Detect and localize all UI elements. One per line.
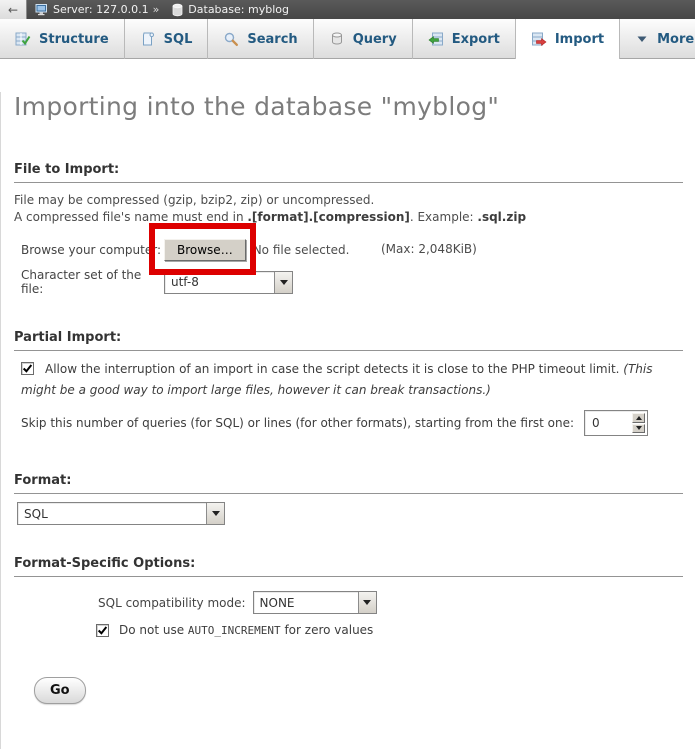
section-heading-format-specific-options: Format-Specific Options:: [14, 556, 683, 577]
breadcrumb-database[interactable]: Database: myblog: [188, 3, 289, 16]
chevron-down-icon[interactable]: [206, 503, 224, 524]
tab-query[interactable]: Query: [314, 19, 413, 59]
sql-compatibility-value: NONE: [254, 592, 358, 613]
no-file-selected-text: No file selected.: [253, 243, 350, 257]
stepper-up-icon[interactable]: [632, 413, 645, 423]
tab-sql[interactable]: SQL: [125, 19, 209, 59]
chevron-down-icon[interactable]: [274, 272, 292, 293]
file-import-description: File may be compressed (gzip, bzip2, zip…: [14, 192, 687, 226]
charset-label: Character set of the file:: [21, 268, 164, 296]
section-heading-format: Format:: [14, 473, 683, 494]
charset-row: Character set of the file: utf-8: [21, 270, 687, 294]
server-icon: [35, 3, 49, 17]
browse-button[interactable]: Browse…: [164, 239, 246, 261]
database-icon: [171, 3, 184, 17]
section-heading-partial-import: Partial Import:: [14, 330, 683, 351]
tab-search-label: Search: [247, 32, 297, 47]
skip-queries-row: Skip this number of queries (for SQL) or…: [21, 410, 687, 436]
tab-search[interactable]: Search: [208, 19, 313, 59]
tab-export-label: Export: [452, 32, 500, 47]
import-page: Importing into the database "myblog" Fil…: [0, 92, 695, 749]
tab-bar: Structure SQL Search Query: [0, 19, 695, 59]
chevron-down-icon: [635, 32, 649, 46]
tab-query-label: Query: [353, 32, 397, 47]
max-size-note: (Max: 2,048KiB): [381, 242, 477, 256]
sql-compatibility-label: SQL compatibility mode:: [98, 596, 246, 610]
skip-queries-stepper[interactable]: 0: [584, 410, 648, 436]
section-heading-file-to-import: File to Import:: [14, 162, 683, 183]
allow-interruption-checkbox[interactable]: [21, 362, 34, 375]
tab-structure-label: Structure: [39, 32, 109, 47]
tab-more-label: More: [657, 32, 694, 47]
query-icon: [329, 31, 345, 47]
browse-label: Browse your computer:: [21, 243, 164, 257]
naming-info-line: A compressed file's name must end in .[f…: [14, 210, 526, 224]
skip-queries-value: 0: [585, 411, 630, 435]
auto-increment-label: Do not use AUTO_INCREMENT for zero value…: [119, 623, 373, 637]
tab-sql-label: SQL: [164, 32, 193, 47]
page-title: Importing into the database "myblog": [14, 92, 687, 121]
charset-select[interactable]: utf-8: [164, 271, 293, 294]
go-button[interactable]: Go: [34, 677, 86, 704]
format-row: SQL: [17, 502, 687, 525]
allow-interruption-label: Allow the interruption of an import in c…: [21, 362, 653, 397]
chevron-down-icon[interactable]: [358, 592, 376, 613]
sql-icon: [140, 31, 156, 47]
tab-more[interactable]: More: [620, 19, 695, 59]
stepper-buttons: [630, 411, 647, 435]
import-icon: [531, 31, 547, 47]
auto-increment-row: Do not use AUTO_INCREMENT for zero value…: [96, 623, 687, 637]
sql-compatibility-select[interactable]: NONE: [253, 591, 377, 614]
allow-interruption-row: Allow the interruption of an import in c…: [21, 359, 687, 401]
tab-export[interactable]: Export: [413, 19, 516, 59]
breadcrumb-separator: »: [153, 3, 160, 16]
format-select[interactable]: SQL: [17, 502, 225, 525]
sql-compatibility-row: SQL compatibility mode: NONE: [98, 591, 687, 614]
export-icon: [428, 31, 444, 47]
auto-increment-checkbox[interactable]: [96, 624, 109, 637]
left-arrow-icon: ←: [8, 3, 18, 17]
search-icon: [223, 31, 239, 47]
tab-import[interactable]: Import: [516, 19, 620, 59]
skip-queries-label: Skip this number of queries (for SQL) or…: [21, 416, 574, 430]
breadcrumb-server[interactable]: Server: 127.0.0.1: [53, 3, 149, 16]
compression-info-line: File may be compressed (gzip, bzip2, zip…: [14, 193, 374, 207]
stepper-down-icon[interactable]: [632, 424, 645, 434]
charset-select-value: utf-8: [165, 272, 274, 293]
tab-structure[interactable]: Structure: [0, 19, 125, 59]
structure-icon: [15, 31, 31, 47]
format-select-value: SQL: [18, 503, 206, 524]
tab-import-label: Import: [555, 32, 604, 47]
breadcrumb-bar: ← Server: 127.0.0.1 » Database: myblog: [0, 0, 695, 19]
back-button[interactable]: ←: [0, 0, 27, 19]
browse-file-row: Browse your computer: Browse… No file se…: [21, 238, 687, 262]
